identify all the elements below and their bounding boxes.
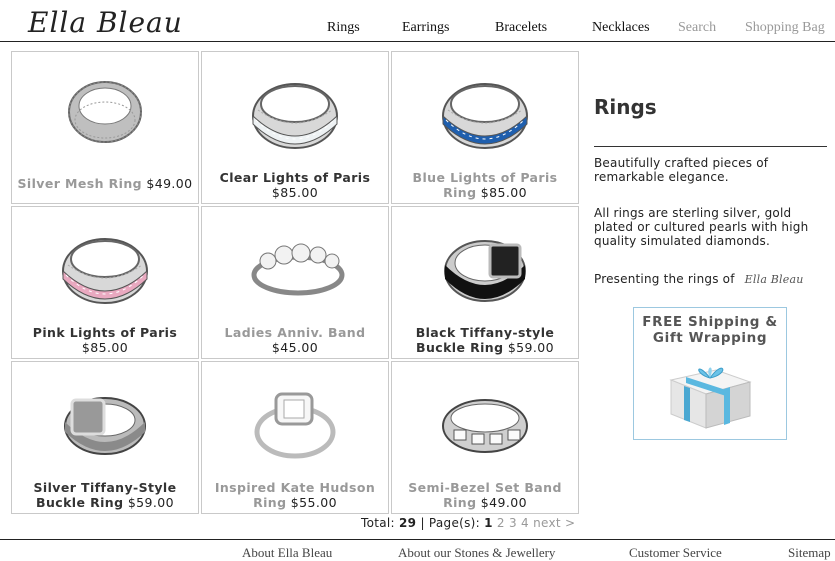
brand-logo[interactable]: Ella Bleau — [28, 6, 183, 39]
promo-line-2: Gift Wrapping — [652, 330, 768, 346]
nav-shopping-bag[interactable]: Shopping Bag — [745, 20, 825, 36]
nav-earrings[interactable]: Earrings — [402, 20, 449, 36]
promo-line-1: FREE Shipping & — [642, 314, 778, 330]
product-card[interactable]: Pink Lights of Paris $85.00 — [11, 206, 199, 359]
product-image[interactable] — [428, 215, 542, 315]
page-title: Rings — [594, 95, 657, 119]
sidebar-detail: All rings are sterling silver, gold plat… — [594, 206, 809, 248]
product-image[interactable] — [238, 60, 352, 160]
next-page-link[interactable]: next > — [533, 516, 575, 530]
product-caption: Inspired Kate Hudson Ring $55.00 — [206, 480, 384, 510]
product-caption: Black Tiffany-style Buckle Ring $59.00 — [396, 325, 574, 355]
page-link-4[interactable]: 4 — [521, 516, 529, 530]
product-price: $59.00 — [127, 495, 174, 510]
product-name[interactable]: Silver Mesh Ring — [18, 176, 142, 191]
total-label: Total: — [361, 516, 395, 530]
product-caption: Clear Lights of Paris $85.00 — [206, 170, 384, 200]
nav-search[interactable]: Search — [678, 20, 716, 36]
page-link-3[interactable]: 3 — [509, 516, 517, 530]
product-name[interactable]: Ladies Anniv. Band — [225, 325, 366, 340]
presenting-text: Presenting the rings of — [594, 272, 735, 286]
nav-rings[interactable]: Rings — [327, 20, 360, 36]
product-price: $59.00 — [507, 340, 554, 355]
site-header: Ella Bleau Rings Earrings Bracelets Neck… — [0, 0, 835, 42]
product-card[interactable]: Black Tiffany-style Buckle Ring $59.00 — [391, 206, 579, 359]
product-price: $85.00 — [81, 340, 129, 355]
product-caption: Pink Lights of Paris $85.00 — [16, 325, 194, 355]
product-image[interactable] — [428, 60, 542, 160]
nav-bracelets[interactable]: Bracelets — [495, 20, 547, 36]
product-image[interactable] — [428, 370, 542, 470]
product-card[interactable]: Inspired Kate Hudson Ring $55.00 — [201, 361, 389, 514]
product-image[interactable] — [48, 60, 162, 160]
product-caption: Silver Mesh Ring $49.00 — [16, 176, 194, 191]
brand-signature: Ella Bleau — [744, 273, 804, 286]
footer-about[interactable]: About Ella Bleau — [242, 545, 332, 561]
footer-sitemap[interactable]: Sitemap — [788, 545, 831, 561]
page-link-2[interactable]: 2 — [497, 516, 505, 530]
total-count: 29 — [399, 516, 417, 530]
footer-divider — [0, 539, 835, 540]
product-image[interactable] — [238, 215, 352, 315]
product-image[interactable] — [48, 215, 162, 315]
nav-necklaces[interactable]: Necklaces — [592, 20, 650, 36]
product-card[interactable]: Semi-Bezel Set Band Ring $49.00 — [391, 361, 579, 514]
product-name[interactable]: Clear Lights of Paris — [220, 170, 371, 185]
sidebar-intro: Beautifully crafted pieces of remarkable… — [594, 156, 769, 184]
product-price: $49.00 — [146, 176, 193, 191]
product-card[interactable]: Blue Lights of Paris Ring $85.00 — [391, 51, 579, 204]
product-price: $45.00 — [271, 340, 319, 355]
page-current: 1 — [484, 516, 493, 530]
product-price: $85.00 — [480, 185, 527, 200]
product-image[interactable] — [48, 370, 162, 470]
footer-customer-service[interactable]: Customer Service — [629, 545, 722, 561]
gift-box-icon — [669, 367, 752, 429]
product-name[interactable]: Pink Lights of Paris — [33, 325, 177, 340]
pages-label: | Page(s): — [420, 516, 481, 530]
pagination: Total: 29 | Page(s): 1 2 3 4 next > — [361, 516, 575, 530]
product-price: $49.00 — [480, 495, 527, 510]
product-caption: Silver Tiffany-Style Buckle Ring $59.00 — [16, 480, 194, 510]
product-card[interactable]: Silver Mesh Ring $49.00 — [11, 51, 199, 204]
footer-stones[interactable]: About our Stones & Jewellery — [398, 545, 555, 561]
free-shipping-promo[interactable]: FREE Shipping & Gift Wrapping — [633, 307, 787, 440]
product-image[interactable] — [238, 370, 352, 470]
product-card[interactable]: Ladies Anniv. Band $45.00 — [201, 206, 389, 359]
product-card[interactable]: Clear Lights of Paris $85.00 — [201, 51, 389, 204]
product-caption: Blue Lights of Paris Ring $85.00 — [396, 170, 574, 200]
product-price: $55.00 — [290, 495, 337, 510]
product-caption: Semi-Bezel Set Band Ring $49.00 — [396, 480, 574, 510]
product-price: $85.00 — [271, 185, 319, 200]
product-card[interactable]: Silver Tiffany-Style Buckle Ring $59.00 — [11, 361, 199, 514]
product-caption: Ladies Anniv. Band $45.00 — [206, 325, 384, 355]
divider — [594, 146, 827, 147]
sidebar-presenting: Presenting the rings of Ella Bleau — [594, 272, 824, 287]
